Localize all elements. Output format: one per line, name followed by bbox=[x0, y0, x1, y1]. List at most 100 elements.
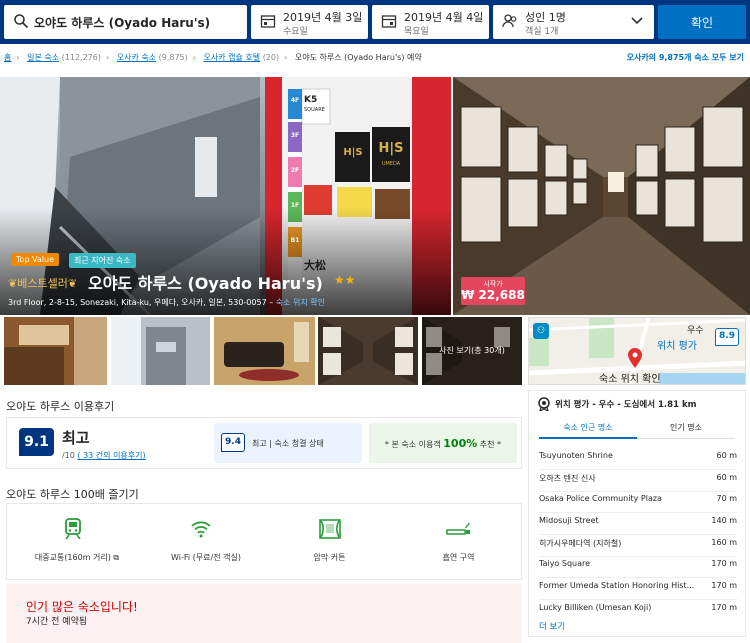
hotel-address: 3rd Floor, 2-8-15, Sonezaki, Kita-ku, 우메… bbox=[8, 298, 326, 307]
view-all-photos-label: 사진 보기(총 30개) bbox=[439, 346, 505, 355]
capsule-thumbnail bbox=[318, 317, 418, 385]
price-badge: 시작가 ₩ 22,688 bbox=[461, 277, 525, 305]
destination-field[interactable]: 오야도 하루스 (Oyado Haru's) bbox=[4, 5, 247, 39]
train-icon bbox=[65, 518, 81, 540]
breadcrumb-osaka[interactable]: 오사카 숙소 bbox=[117, 53, 156, 62]
amenity-item: 암막 커튼 bbox=[265, 504, 394, 581]
cleanliness-label: 최고 | 숙소 청결 상태 bbox=[252, 439, 324, 448]
review-count-link[interactable]: ( 33 건의 이용후기) bbox=[77, 451, 145, 460]
amenity-item: Wi-Fi (무료/전 객실) bbox=[136, 504, 265, 581]
amenity-label: 암막 커튼 bbox=[313, 553, 346, 562]
recommend-text: * 본 숙소 이용객 100% 추천 * bbox=[384, 437, 502, 450]
map-preview[interactable]: ⚇ 우수 위치 평가 8.9 숙소 위치 확인 bbox=[528, 317, 746, 385]
show-location-link[interactable]: 숙소 위치 확인 bbox=[276, 298, 325, 307]
bestseller-badge: ❦베스트셀러❦ bbox=[8, 277, 78, 290]
wifi-icon bbox=[191, 521, 211, 538]
calendar-icon bbox=[381, 15, 397, 28]
thumbnail-photo[interactable] bbox=[214, 317, 315, 385]
map-score-badge: 8.9 bbox=[715, 328, 739, 346]
landmark-row: Tsuyunoten Shrine 60 m bbox=[539, 449, 737, 470]
review-score-badge: 9.1 bbox=[19, 428, 54, 456]
map-region-score-label: 위치 평가 bbox=[657, 341, 697, 352]
landmark-name: Taiyo Square bbox=[539, 559, 591, 568]
rooms-value: 객실 1개 bbox=[525, 27, 559, 37]
star-rating-icon: ★★ bbox=[334, 273, 356, 287]
lobby-thumbnail bbox=[4, 317, 107, 385]
floor-sign-1f: 1F bbox=[290, 202, 300, 209]
breadcrumb-separator: › bbox=[105, 53, 110, 62]
breadcrumb-capsule[interactable]: 오사카 캡슐 호텔 bbox=[204, 53, 261, 62]
recommend-box: * 본 숙소 이용객 100% 추천 * bbox=[369, 423, 517, 463]
recent-property-badge: 최근 지어진 숙소 bbox=[69, 253, 136, 268]
amenity-item: 흡연 구역 bbox=[394, 504, 523, 581]
train-station-icon: ⚇ bbox=[533, 323, 549, 339]
location-header: 위치 평가 - 우수 - 도심에서 1.81 km bbox=[555, 400, 697, 410]
amenity-label: 대중교통(160m 거리) ⧉ bbox=[34, 553, 120, 562]
amenities-card: 대중교통(160m 거리) ⧉ Wi-Fi (무료/전 객실) 암막 커튼 흡연… bbox=[6, 503, 522, 580]
laurel-left-icon: ❦ bbox=[8, 277, 18, 290]
landmark-row: 히가시우메다역 (지하철) 160 m bbox=[539, 536, 737, 557]
sign-ks-square-sub: SQUARE bbox=[304, 107, 325, 113]
search-submit-button[interactable]: 확인 bbox=[658, 5, 746, 39]
building-thumbnail bbox=[111, 317, 210, 385]
floor-sign-3f: 3F bbox=[290, 132, 300, 139]
popular-banner: 인기 많은 숙소입니다! 7시간 전 예약됨 bbox=[6, 584, 522, 643]
breadcrumb-separator: › bbox=[192, 53, 196, 62]
reviews-section-title: 오야도 하루스 이용후기 bbox=[6, 400, 115, 413]
location-pin-icon bbox=[628, 348, 642, 368]
calendar-icon bbox=[260, 15, 276, 28]
map-region-label: 우수 bbox=[687, 326, 704, 336]
breadcrumb-count: (112,276) bbox=[61, 53, 101, 62]
landmark-row: Former Umeda Station Honoring Hist... 17… bbox=[539, 579, 737, 600]
landmark-distance: 170 m bbox=[711, 603, 737, 612]
destination-value: 오야도 하루스 (Oyado Haru's) bbox=[34, 16, 211, 30]
breadcrumb-japan[interactable]: 일본 숙소 bbox=[27, 53, 59, 62]
search-icon bbox=[14, 14, 29, 29]
tab-popular-landmarks[interactable]: 인기 명소 bbox=[637, 422, 735, 439]
reviews-card: 9.1 최고 /10 ( 33 건의 이용후기) 9.4 최고 | 숙소 청결 … bbox=[6, 417, 522, 469]
checkout-field[interactable]: 2019년 4월 4일 목요일 bbox=[372, 5, 489, 39]
user-icon bbox=[502, 14, 517, 28]
laurel-right-icon: ❦ bbox=[67, 277, 78, 290]
landmark-distance: 170 m bbox=[711, 581, 737, 590]
view-all-photos-tile[interactable]: 사진 보기(총 30개) bbox=[422, 317, 522, 385]
smoking-area-icon bbox=[446, 522, 470, 535]
capsule-corridor-photo[interactable]: 시작가 ₩ 22,688 bbox=[453, 77, 750, 315]
floor-sign-4f: 4F bbox=[290, 97, 300, 104]
landmark-distance: 170 m bbox=[711, 559, 737, 568]
landmark-distance: 160 m bbox=[711, 538, 737, 547]
breadcrumb-current: 오야도 하루스 (Oyado Haru's) 예약 bbox=[294, 53, 422, 62]
hotel-name: 오야도 하루스 (Oyado Haru's) bbox=[88, 274, 323, 293]
more-landmarks-link[interactable]: 더 보기 bbox=[539, 620, 565, 632]
breadcrumb-separator: › bbox=[16, 53, 20, 62]
checkout-day: 목요일 bbox=[404, 27, 429, 37]
thumbnail-photo[interactable] bbox=[111, 317, 210, 385]
landmark-name: 오하츠 텐진 신사 bbox=[539, 474, 596, 483]
landmark-distance: 60 m bbox=[716, 451, 737, 460]
breadcrumb-home[interactable]: 홈 bbox=[4, 53, 11, 62]
breadcrumb-count: (20) bbox=[262, 53, 280, 62]
checkin-field[interactable]: 2019년 4월 3일 수요일 bbox=[251, 5, 368, 39]
all-properties-link[interactable]: 오사카의 9,875개 숙소 모두 보기 bbox=[627, 52, 744, 63]
hero-photo[interactable]: K5 SQUARE 4F 3F 2F 1F B1 H|S H|S UMEDA 大… bbox=[0, 77, 451, 315]
blackout-curtain-icon bbox=[319, 519, 341, 539]
award-ribbon-icon bbox=[538, 397, 550, 411]
amenity-label: 흡연 구역 bbox=[442, 553, 475, 562]
chevron-down-icon bbox=[631, 17, 643, 25]
sign-hs-small: H|S bbox=[343, 147, 363, 158]
review-count: /10 ( 33 건의 이용후기) bbox=[62, 451, 146, 460]
tab-nearby-landmarks[interactable]: 숙소 인근 명소 bbox=[539, 422, 637, 439]
guests-field[interactable]: 성인 1명 객실 1개 bbox=[493, 5, 654, 39]
thumbnail-photo[interactable] bbox=[318, 317, 418, 385]
breadcrumb: 홈 › 일본 숙소 (112,276) › 오사카 숙소 (9,875) › 오사카 … bbox=[4, 52, 422, 63]
popular-subtitle: 7시간 전 예약됨 bbox=[26, 617, 88, 627]
thumbnail-photo[interactable] bbox=[4, 317, 107, 385]
map-check-location-link[interactable]: 숙소 위치 확인 bbox=[599, 370, 661, 384]
landmark-name: Former Umeda Station Honoring Hist... bbox=[539, 581, 695, 590]
amenities-section-title: 오야도 하루스 100배 즐기기 bbox=[6, 488, 139, 501]
review-score-word: 최고 bbox=[62, 429, 90, 447]
amenity-label: Wi-Fi (무료/전 객실) bbox=[171, 553, 241, 562]
landmark-row: Taiyo Square 170 m bbox=[539, 557, 737, 578]
location-panel: 위치 평가 - 우수 - 도심에서 1.81 km 숙소 인근 명소 인기 명소… bbox=[528, 390, 746, 637]
top-value-badge: Top Value bbox=[11, 253, 60, 266]
